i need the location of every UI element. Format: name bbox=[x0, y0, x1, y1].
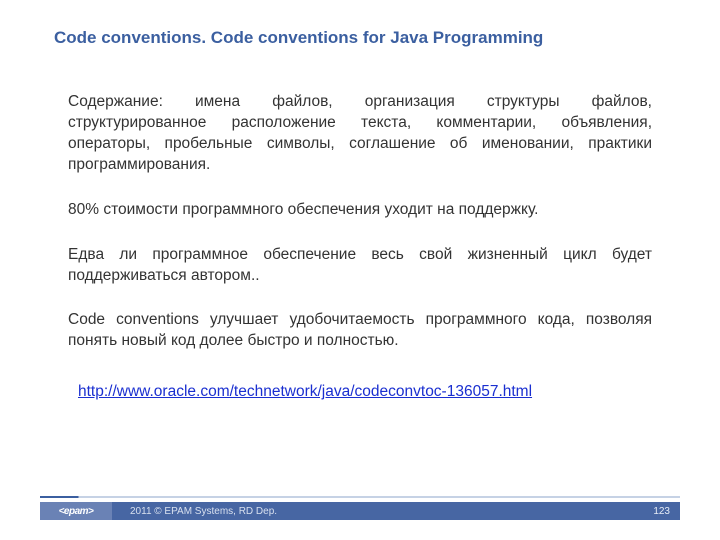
paragraph: Code conventions улучшает удобочитаемост… bbox=[68, 310, 652, 352]
page-number: 123 bbox=[653, 506, 680, 517]
reference-link[interactable]: http://www.oracle.com/technetwork/java/c… bbox=[78, 382, 532, 403]
slide: Code conventions. Code conventions for J… bbox=[0, 0, 720, 540]
epam-logo: <epam> bbox=[40, 502, 112, 520]
slide-title: Code conventions. Code conventions for J… bbox=[54, 28, 666, 48]
paragraph: Содержание: имена файлов, организация ст… bbox=[68, 92, 652, 176]
paragraph: 80% стоимости программного обеспечения у… bbox=[68, 200, 652, 221]
slide-footer: <epam> 2011 © EPAM Systems, RD Dep. 123 bbox=[0, 496, 720, 524]
footer-copyright: 2011 © EPAM Systems, RD Dep. bbox=[130, 506, 653, 517]
footer-rule bbox=[40, 496, 680, 498]
footer-bar: <epam> 2011 © EPAM Systems, RD Dep. 123 bbox=[40, 502, 680, 520]
paragraph: Едва ли программное обеспечение весь сво… bbox=[68, 245, 652, 287]
slide-content: Содержание: имена файлов, организация ст… bbox=[54, 92, 666, 403]
